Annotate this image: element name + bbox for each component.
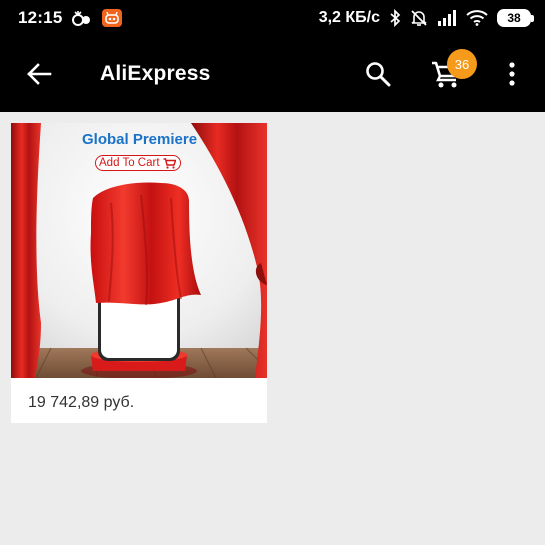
search-button[interactable]: [355, 51, 401, 97]
promo-title: Global Premiere: [82, 131, 198, 148]
promo-add-to-cart-text: Add To Cart: [99, 157, 160, 169]
status-time: 12:15: [18, 8, 63, 27]
promo-cart-icon: [163, 157, 176, 169]
promo-add-to-cart-label: Add To Cart: [95, 155, 181, 171]
back-button[interactable]: [14, 49, 64, 99]
status-left: 12:15: [18, 8, 123, 28]
more-vert-icon: [508, 61, 516, 87]
battery-icon: 38: [497, 9, 534, 27]
product-price: 19 742,89 руб.: [28, 394, 135, 411]
back-arrow-icon: [26, 62, 52, 86]
alarm-icon: [72, 9, 92, 27]
status-bar: 12:15 3,2 КБ/с 38: [0, 0, 545, 36]
product-image[interactable]: Global Premiere Add To Cart: [11, 123, 267, 378]
silent-mode-icon: [410, 9, 428, 27]
app-toolbar: AliExpress 36: [0, 36, 545, 112]
wifi-icon: [466, 10, 488, 26]
page-title: AliExpress: [100, 62, 211, 85]
app-notification-icon: [102, 9, 123, 27]
cart-button[interactable]: 36: [423, 49, 477, 97]
signal-icon: [437, 10, 457, 26]
search-icon: [365, 61, 391, 87]
cart-count-badge: 36: [447, 49, 477, 79]
toolbar-actions: 36: [355, 49, 545, 97]
battery-level: 38: [507, 11, 521, 25]
status-right: 3,2 КБ/с 38: [318, 9, 534, 27]
bluetooth-icon: [389, 9, 401, 27]
product-card[interactable]: Global Premiere Add To Cart 19 742,89 ру…: [11, 123, 267, 423]
net-speed: 3,2 КБ/с: [318, 9, 380, 26]
more-options-button[interactable]: [489, 51, 535, 97]
